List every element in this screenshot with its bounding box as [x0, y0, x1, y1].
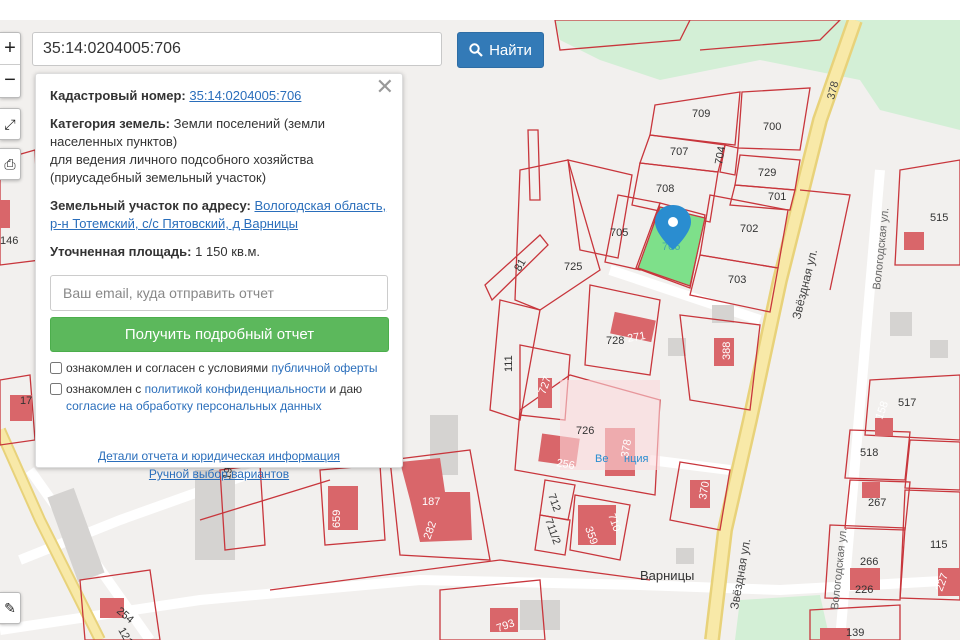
print-button[interactable]: ⎙: [0, 148, 21, 180]
ruler-button[interactable]: ✎: [0, 592, 21, 624]
privacy-text-a: ознакомлен с: [66, 382, 142, 396]
svg-text:187: 187: [422, 496, 440, 508]
svg-text:708: 708: [656, 183, 674, 195]
report-details-link[interactable]: Детали отчета и юридическая информация: [50, 447, 388, 465]
svg-text:729: 729: [758, 167, 776, 179]
popup-footer-links: Детали отчета и юридическая информация Р…: [50, 447, 388, 483]
offer-link[interactable]: публичной оферты: [271, 361, 377, 375]
svg-text:709: 709: [692, 108, 710, 120]
address-label: Земельный участок по адресу:: [50, 198, 251, 213]
offer-checkbox[interactable]: [50, 362, 62, 374]
email-field[interactable]: [50, 275, 388, 311]
search-button[interactable]: Найти: [457, 32, 544, 68]
offer-consent-text: ознакомлен и согласен с условиями публич…: [66, 360, 377, 377]
svg-text:226: 226: [855, 584, 873, 596]
svg-text:388: 388: [721, 342, 733, 360]
cadastral-label: Кадастровый номер:: [50, 88, 186, 103]
offer-consent: ознакомлен и согласен с условиями публич…: [50, 360, 388, 377]
personal-data-link[interactable]: согласие на обработку персональных данны…: [66, 399, 322, 413]
zoom-out-button[interactable]: −: [0, 64, 20, 96]
svg-text:Варницы: Варницы: [640, 568, 694, 583]
svg-text:700: 700: [763, 121, 781, 133]
svg-text:139: 139: [846, 627, 864, 639]
offer-text: ознакомлен и согласен с условиями: [66, 361, 269, 375]
category-value-1: Земли поселений (земли: [173, 116, 325, 131]
svg-text:659: 659: [331, 510, 343, 528]
area-row: Уточненная площадь: 1 150 кв.м.: [50, 243, 388, 261]
svg-text:111: 111: [503, 355, 515, 372]
privacy-consent: ознакомлен с политикой конфиденциальност…: [50, 381, 388, 415]
search-icon: [469, 43, 483, 57]
manual-selection-link[interactable]: Ручной выбор вариантов: [50, 465, 388, 483]
category-value-3: для ведения личного подсобного хозяйства: [50, 152, 314, 167]
svg-text:707: 707: [670, 146, 688, 158]
svg-text:701: 701: [768, 191, 786, 203]
privacy-policy-link[interactable]: политикой конфиденциальности: [145, 382, 326, 396]
svg-text:725: 725: [564, 261, 582, 273]
svg-text:726: 726: [576, 425, 594, 437]
svg-text:517: 517: [898, 397, 916, 409]
svg-text:17: 17: [20, 395, 32, 407]
cadastral-number-row: Кадастровый номер: 35:14:0204005:706: [50, 87, 388, 105]
fullscreen-button[interactable]: ⤢: [0, 108, 21, 140]
svg-text:267: 267: [868, 497, 886, 509]
svg-text:515: 515: [930, 212, 948, 224]
category-value-4: (приусадебный земельный участок): [50, 170, 267, 185]
zoom-control: + −: [0, 32, 21, 98]
green-area: [735, 595, 830, 640]
ruler-icon: ✎: [4, 600, 16, 616]
land-category-row: Категория земель: Земли поселений (земли…: [50, 115, 388, 187]
parcel-info-popup: ✕ Кадастровый номер: 35:14:0204005:706 К…: [35, 73, 403, 481]
svg-text:115: 115: [930, 539, 948, 551]
zoom-in-button[interactable]: +: [0, 33, 20, 64]
category-label: Категория земель:: [50, 116, 171, 131]
address-row: Земельный участок по адресу: Вологодская…: [50, 197, 388, 233]
privacy-text-b: и даю: [329, 382, 363, 396]
search-input[interactable]: [32, 32, 442, 66]
expand-icon: ⤢: [4, 116, 16, 132]
svg-text:146: 146: [0, 235, 18, 247]
svg-text:705: 705: [610, 227, 628, 239]
area-value: 1 150 кв.м.: [195, 244, 261, 259]
top-bar: [0, 0, 960, 20]
cadastral-link[interactable]: 35:14:0204005:706: [189, 88, 301, 103]
close-icon[interactable]: ✕: [376, 76, 394, 98]
svg-text:728: 728: [606, 335, 624, 347]
svg-text:702: 702: [740, 223, 758, 235]
printer-icon: ⎙: [4, 156, 16, 172]
address-link-2[interactable]: р-н Тотемский, с/с Пятовский, д Варницы: [50, 216, 298, 231]
privacy-consent-text: ознакомлен с политикой конфиденциальност…: [66, 381, 362, 415]
svg-text:Ве: Ве: [595, 453, 608, 465]
svg-text:703: 703: [728, 274, 746, 286]
get-report-button[interactable]: Получить подробный отчет: [50, 317, 389, 352]
privacy-checkbox[interactable]: [50, 383, 62, 395]
address-link-1[interactable]: Вологодская область,: [254, 198, 386, 213]
svg-text:518: 518: [860, 447, 878, 459]
category-value-2: населенных пунктов): [50, 134, 178, 149]
svg-text:нция: нция: [624, 453, 649, 465]
svg-text:266: 266: [860, 556, 878, 568]
search-button-label: Найти: [489, 41, 532, 59]
area-label: Уточненная площадь:: [50, 244, 192, 259]
